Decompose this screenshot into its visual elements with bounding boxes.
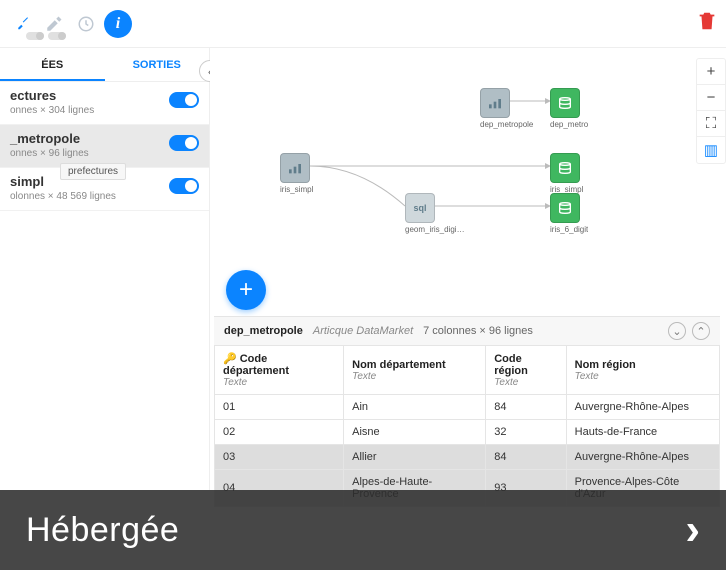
dataset-item[interactable]: simplolonnes × 48 569 lignes — [0, 168, 209, 211]
flow-node[interactable]: sql geom_iris_digit_6 — [405, 193, 465, 234]
node-icon — [550, 153, 580, 183]
node-icon — [480, 88, 510, 118]
info-tool[interactable]: i — [104, 10, 132, 38]
node-label: dep_metropole — [480, 120, 533, 129]
zoom-controls: + − ⛶ ▥ — [696, 58, 726, 164]
node-icon — [550, 193, 580, 223]
tab-sorties[interactable]: SORTIES — [105, 48, 210, 81]
table-cell: 01 — [215, 395, 344, 420]
zoom-in-button[interactable]: + — [697, 59, 725, 85]
grid-button[interactable]: ▥ — [697, 137, 725, 163]
table-cell: Aisne — [344, 420, 486, 445]
column-header[interactable]: Nom régionTexte — [566, 346, 719, 395]
table-cell: 84 — [486, 395, 566, 420]
preview-summary: 7 colonnes × 96 lignes — [423, 325, 533, 337]
dataset-item[interactable]: ecturesonnes × 304 lignes — [0, 82, 209, 125]
node-icon: sql — [405, 193, 435, 223]
node-icon — [280, 153, 310, 183]
expand-panel-button[interactable]: ⌃ — [692, 322, 710, 340]
dataset-toggle[interactable] — [169, 135, 199, 151]
table-cell: 84 — [486, 445, 566, 470]
key-icon: 🔑 — [223, 353, 237, 365]
tool-options — [26, 32, 66, 40]
dataset-meta: onnes × 96 lignes — [10, 148, 199, 159]
dataset-toggle[interactable] — [169, 92, 199, 108]
column-header[interactable]: Code régionTexte — [486, 346, 566, 395]
table-cell: Ain — [344, 395, 486, 420]
collapse-panel-button[interactable]: ⌄ — [668, 322, 686, 340]
fit-button[interactable]: ⛶ — [697, 111, 725, 137]
data-table: 🔑Code départementTexteNom départementTex… — [214, 345, 720, 507]
tab-entrees[interactable]: ÉES — [0, 48, 105, 81]
column-header[interactable]: Nom départementTexte — [344, 346, 486, 395]
table-cell: 32 — [486, 420, 566, 445]
table-cell: 02 — [215, 420, 344, 445]
table-cell: Hauts-de-France — [566, 420, 719, 445]
sidebar: ‹ ÉES SORTIES ecturesonnes × 304 lignes_… — [0, 48, 210, 490]
column-header[interactable]: 🔑Code départementTexte — [215, 346, 344, 395]
table-cell: 03 — [215, 445, 344, 470]
table-cell: Auvergne-Rhône-Alpes — [566, 395, 719, 420]
preview-source: Articque DataMarket — [313, 325, 413, 337]
table-row[interactable]: 03Allier84Auvergne-Rhône-Alpes — [215, 445, 720, 470]
dataset-toggle[interactable] — [169, 178, 199, 194]
table-row[interactable]: 02Aisne32Hauts-de-France — [215, 420, 720, 445]
history-tool[interactable] — [72, 10, 100, 38]
dataset-item[interactable]: _metropoleonnes × 96 lignesprefectures — [0, 125, 209, 168]
zoom-out-button[interactable]: − — [697, 85, 725, 111]
table-cell: Allier — [344, 445, 486, 470]
flow-node[interactable]: iris_6_digit — [550, 193, 588, 234]
delete-button[interactable] — [696, 10, 718, 37]
overlay-banner: Hébergée › — [0, 490, 726, 570]
data-preview-panel: dep_metropole Articque DataMarket 7 colo… — [214, 316, 720, 490]
flow-node[interactable]: iris_simpl — [280, 153, 313, 194]
toolbar: i — [0, 0, 726, 48]
overlay-next-button[interactable]: › — [685, 505, 700, 555]
overlay-title: Hébergée — [26, 511, 179, 550]
node-label: geom_iris_digit_6 — [405, 225, 465, 234]
node-icon — [550, 88, 580, 118]
dataset-meta: onnes × 304 lignes — [10, 105, 199, 116]
dataset-meta: olonnes × 48 569 lignes — [10, 191, 199, 202]
node-label: iris_simpl — [280, 185, 313, 194]
flow-node[interactable]: dep_metropole — [480, 88, 533, 129]
flow-node[interactable]: dep_metro — [550, 88, 588, 129]
preview-dataset-name: dep_metropole — [224, 325, 303, 337]
node-label: dep_metro — [550, 120, 588, 129]
add-button[interactable]: + — [226, 270, 266, 310]
table-row[interactable]: 01Ain84Auvergne-Rhône-Alpes — [215, 395, 720, 420]
node-label: iris_6_digit — [550, 225, 588, 234]
table-cell: Auvergne-Rhône-Alpes — [566, 445, 719, 470]
flow-node[interactable]: iris_simpl — [550, 153, 583, 194]
